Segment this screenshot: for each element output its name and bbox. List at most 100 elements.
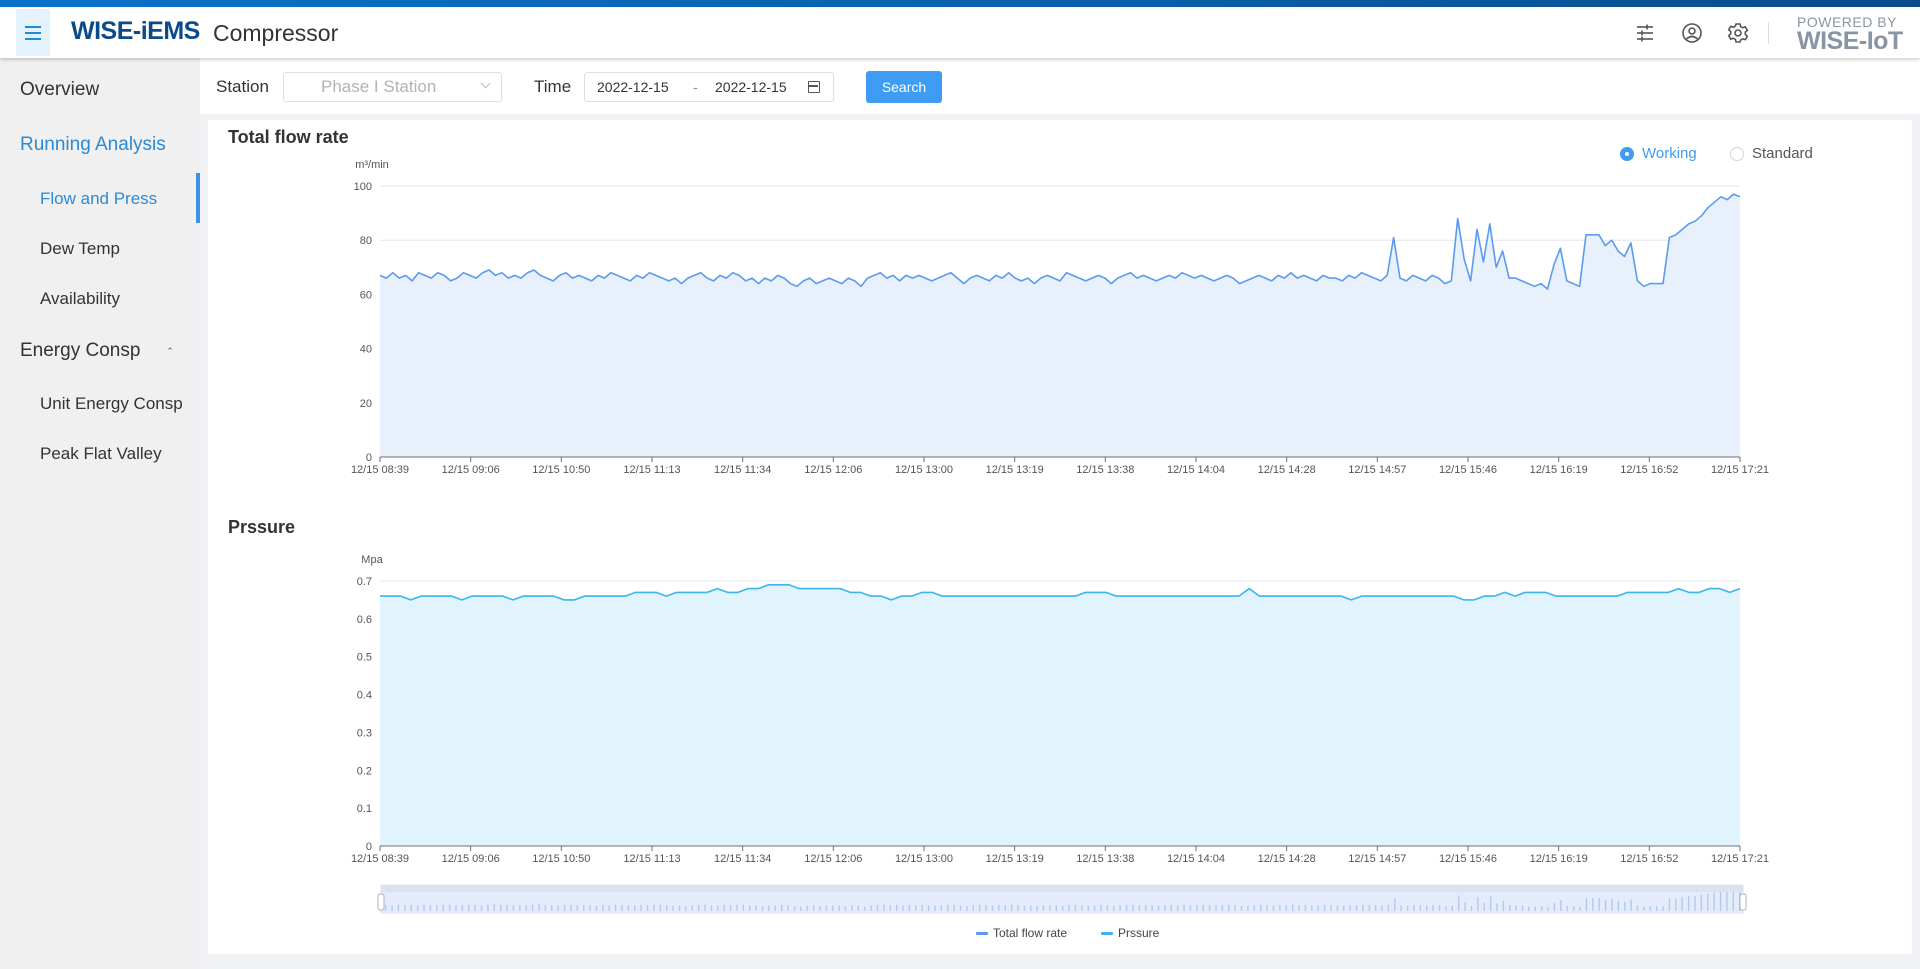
datazoom-preview-bar (851, 905, 853, 911)
datazoom-preview-bar (1592, 898, 1594, 911)
x-tick-label: 12/15 14:57 (1348, 464, 1406, 476)
datazoom-preview-bar (1419, 905, 1422, 911)
x-tick-label: 12/15 11:34 (714, 853, 771, 865)
datazoom-preview-bar (1368, 904, 1370, 911)
y-tick-label: 0.6 (357, 614, 372, 626)
datazoom-preview-bar (966, 906, 968, 911)
datazoom-preview-bar (1572, 906, 1575, 911)
datazoom-preview-bar (1604, 899, 1607, 911)
user-circle-icon[interactable] (1681, 22, 1703, 44)
datazoom-preview-bar (582, 904, 585, 911)
datazoom-preview-bar (691, 905, 693, 911)
datazoom-preview-bar (1215, 905, 1217, 911)
datazoom-preview-bar (436, 905, 438, 911)
x-tick-label: 12/15 10:50 (532, 853, 590, 865)
datazoom-preview-bar (538, 903, 540, 911)
datazoom-preview-bar (659, 904, 662, 911)
datazoom-preview-bar (1700, 894, 1703, 911)
datazoom-preview-bar (1304, 904, 1307, 911)
datazoom-preview-bar (806, 905, 808, 911)
datazoom-preview-bar (1438, 905, 1441, 911)
menu-toggle-button[interactable] (16, 9, 50, 56)
datazoom-preview-bar (1732, 891, 1735, 911)
datazoom-preview-bar (1579, 906, 1581, 911)
datazoom-preview-bar (774, 905, 776, 911)
x-tick-label: 12/15 08:39 (351, 853, 409, 865)
datazoom-preview-bar (1707, 893, 1709, 911)
datazoom-preview-bar (487, 904, 489, 911)
datazoom-preview-bar (525, 905, 527, 911)
datazoom-preview-bar (1483, 902, 1485, 911)
datazoom-preview-bar (697, 904, 700, 911)
series-line[interactable] (379, 193, 1741, 290)
y-tick-label: 0.5 (357, 652, 372, 664)
datazoom-move-bar[interactable] (381, 885, 1743, 892)
datazoom-preview-bar (1432, 904, 1434, 911)
legend-item-label[interactable]: Total flow rate (993, 926, 1067, 940)
datazoom-preview-bar (787, 905, 789, 911)
datazoom-preview-bar (1279, 904, 1281, 911)
legend-item-label[interactable]: Prssure (1118, 926, 1160, 940)
datazoom-preview-bar (1400, 905, 1402, 911)
datazoom-preview-bar (876, 904, 879, 911)
x-tick-label: 12/15 11:34 (714, 464, 771, 476)
y-tick-label: 60 (360, 289, 372, 301)
x-tick-label: 12/15 08:39 (351, 464, 409, 476)
x-tick-label: 12/15 14:04 (1167, 853, 1225, 865)
datazoom-preview-bar (1106, 905, 1109, 911)
datazoom-preview-bar (1694, 895, 1696, 911)
x-tick-label: 12/15 13:38 (1076, 853, 1134, 865)
datazoom-preview-bar (1272, 905, 1275, 911)
datazoom-preview-bar (1553, 903, 1556, 911)
x-tick-label: 12/15 13:00 (895, 464, 953, 476)
datazoom-preview-bar (704, 904, 706, 911)
x-tick-label: 12/15 16:19 (1530, 853, 1588, 865)
datazoom-preview-bar (991, 905, 994, 911)
x-tick-label: 12/15 12:06 (804, 853, 862, 865)
datazoom-preview-bar (1036, 906, 1038, 911)
datazoom-preview-bar (1298, 905, 1300, 911)
x-tick-label: 12/15 12:06 (804, 464, 862, 476)
datazoom-handle-left[interactable] (377, 893, 385, 911)
datazoom-preview-bar (1228, 904, 1230, 911)
x-tick-label: 12/15 10:50 (532, 464, 590, 476)
datazoom-preview-bar (1317, 905, 1319, 911)
datazoom-preview-bar (627, 905, 630, 911)
datazoom-preview-bar (1176, 905, 1179, 911)
pressure-chart: Mpa 0 0.1 0.2 0.3 0.4 0.5 0.6 0.7 12/15 08:39 12/1… (351, 554, 1769, 865)
y-tick-label: 40 (360, 344, 372, 356)
datazoom-handle-right[interactable] (1739, 893, 1747, 911)
datazoom-preview-bar (1157, 905, 1160, 911)
gear-icon[interactable] (1727, 22, 1749, 44)
datazoom-preview-bar (889, 905, 891, 911)
datazoom-preview-bar (1234, 905, 1236, 911)
datazoom-preview-bar (1349, 904, 1351, 911)
datazoom-preview-bar (1387, 904, 1390, 911)
datazoom-preview-bar (1560, 900, 1562, 911)
datazoom-preview-bar (1547, 907, 1549, 911)
datazoom-preview-bar (1662, 906, 1664, 911)
datazoom-preview-bar (1004, 905, 1006, 911)
datazoom-preview-bar (602, 904, 604, 911)
datazoom-preview-bar (717, 905, 719, 911)
datazoom-preview-bar (1062, 905, 1064, 911)
datazoom-preview-bar (1196, 905, 1198, 911)
datazoom-preview-bar (1541, 906, 1543, 911)
y-tick-label: 80 (360, 235, 372, 247)
legend-swatch (1101, 932, 1113, 935)
x-tick-label: 12/15 17:21 (1711, 853, 1769, 865)
datazoom-preview-bar (978, 904, 981, 911)
datazoom-preview-bar (551, 905, 553, 911)
datazoom-preview-bar (666, 905, 668, 911)
datazoom-preview-bar (883, 904, 885, 911)
datazoom-preview-bar (1426, 905, 1428, 911)
datazoom-preview-bar (1068, 904, 1070, 911)
datazoom-slider[interactable] (377, 884, 1747, 914)
datazoom-preview-bar (947, 904, 949, 911)
datazoom-preview-bar (1055, 905, 1058, 911)
x-tick-label: 12/15 09:06 (442, 464, 500, 476)
datazoom-preview-bar (461, 905, 464, 911)
datazoom-preview-bar (985, 905, 987, 911)
datazoom-preview-bar (1566, 905, 1568, 911)
sliders-icon[interactable] (1634, 22, 1656, 44)
